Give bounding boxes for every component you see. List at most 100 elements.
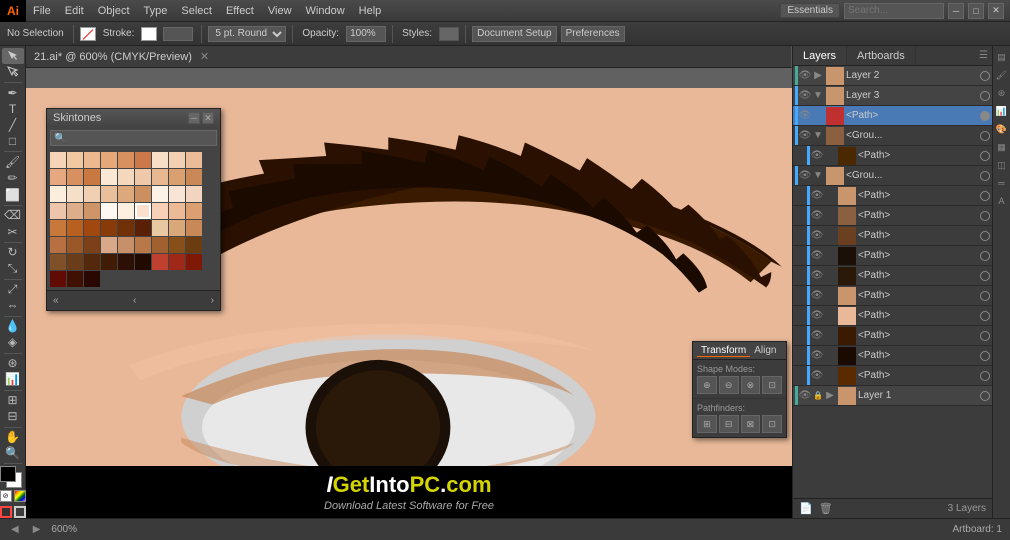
- tab-artboards[interactable]: Artboards: [847, 46, 916, 65]
- skintone-swatch-10[interactable]: [67, 169, 83, 185]
- pf-merge[interactable]: ⊠: [741, 415, 761, 433]
- ri-type-icon[interactable]: A: [995, 194, 1009, 208]
- layer-target[interactable]: [980, 331, 990, 341]
- stroke-weight[interactable]: [163, 27, 193, 41]
- skintone-swatch-24[interactable]: [152, 186, 168, 202]
- layer-target[interactable]: [980, 71, 990, 81]
- opacity-input[interactable]: [346, 26, 386, 42]
- status-next-btn[interactable]: ▶: [30, 524, 44, 535]
- layer-row[interactable]: 👁 <Path>: [793, 206, 992, 226]
- layer-expand-toggle[interactable]: ▶: [812, 70, 824, 82]
- layer-target[interactable]: [980, 271, 990, 281]
- skintone-swatch-3[interactable]: [101, 152, 117, 168]
- shape-mode-add[interactable]: ⊕: [697, 376, 717, 394]
- skintone-swatch-23[interactable]: [135, 186, 151, 202]
- skintone-swatch-59[interactable]: [135, 254, 151, 270]
- skintone-swatch-41[interactable]: [135, 220, 151, 236]
- layer-row[interactable]: 👁 <Path>: [793, 286, 992, 306]
- layer-expand-toggle[interactable]: ▼: [812, 90, 824, 102]
- symbol-sprayer-tool[interactable]: ⊛: [2, 355, 24, 371]
- slice-tool[interactable]: ⊟: [2, 408, 24, 424]
- skintone-swatch-60[interactable]: [152, 254, 168, 270]
- layer-target[interactable]: [980, 291, 990, 301]
- layer-row[interactable]: 👁 <Path>: [793, 146, 992, 166]
- brush-size-dropdown[interactable]: 5 pt. Round: [208, 26, 286, 42]
- skintone-swatch-54[interactable]: [50, 254, 66, 270]
- skintones-close-btn[interactable]: ✕: [202, 112, 214, 124]
- layer-target[interactable]: [980, 171, 990, 181]
- layer-row[interactable]: 👁 🔒 ▶ Layer 1: [793, 386, 992, 406]
- document-setup-button[interactable]: Document Setup: [472, 26, 557, 42]
- skintone-swatch-29[interactable]: [84, 203, 100, 219]
- skintones-next-btn[interactable]: ›: [209, 295, 216, 306]
- skintone-swatch-30[interactable]: [101, 203, 117, 219]
- layer-row[interactable]: 👁 <Path>: [793, 106, 992, 126]
- line-tool[interactable]: ╱: [2, 117, 24, 133]
- skintone-swatch-25[interactable]: [169, 186, 185, 202]
- foreground-color-swatch[interactable]: [0, 466, 16, 482]
- layer-visibility-toggle[interactable]: 👁: [810, 309, 824, 323]
- layer-visibility-toggle[interactable]: 👁: [810, 149, 824, 163]
- ri-brushes-icon[interactable]: 🖌: [995, 68, 1009, 82]
- essentials-button[interactable]: Essentials: [780, 3, 840, 18]
- skintone-swatch-20[interactable]: [84, 186, 100, 202]
- skintone-swatch-15[interactable]: [152, 169, 168, 185]
- skintones-prev-btn[interactable]: ‹: [131, 295, 138, 306]
- layer-visibility-toggle[interactable]: 👁: [810, 189, 824, 203]
- layer-target[interactable]: [980, 191, 990, 201]
- scale-tool[interactable]: ⤡: [2, 260, 24, 276]
- align-tab[interactable]: Align: [750, 345, 780, 356]
- layer-expand-toggle[interactable]: ▼: [812, 170, 824, 182]
- skintone-swatch-39[interactable]: [101, 220, 117, 236]
- scissors-tool[interactable]: ✂: [2, 223, 24, 239]
- styles-swatch[interactable]: [439, 27, 459, 41]
- shape-tool[interactable]: □: [2, 133, 24, 149]
- canvas-content[interactable]: Skintones ─ ✕ « ‹: [26, 68, 792, 518]
- skintone-swatch-26[interactable]: [186, 186, 202, 202]
- ri-layers-icon[interactable]: ▤: [995, 50, 1009, 64]
- layer-visibility-toggle[interactable]: 👁: [810, 349, 824, 363]
- menu-file[interactable]: File: [26, 0, 58, 21]
- warp-tool[interactable]: ⤢: [2, 281, 24, 297]
- layer-target[interactable]: [980, 151, 990, 161]
- skintone-swatch-21[interactable]: [101, 186, 117, 202]
- type-tool[interactable]: T: [2, 101, 24, 117]
- skintone-swatch-44[interactable]: [186, 220, 202, 236]
- skintone-swatch-2[interactable]: [84, 152, 100, 168]
- layer-row[interactable]: 👁 <Path>: [793, 306, 992, 326]
- ri-graph-icon[interactable]: 📊: [995, 104, 1009, 118]
- menu-window[interactable]: Window: [299, 0, 352, 21]
- skintone-swatch-57[interactable]: [101, 254, 117, 270]
- layer-visibility-toggle[interactable]: 👁: [810, 329, 824, 343]
- fill-swatch[interactable]: [80, 27, 96, 41]
- skintone-swatch-17[interactable]: [186, 169, 202, 185]
- width-tool[interactable]: ⇔: [2, 297, 24, 313]
- layer-visibility-toggle[interactable]: 👁: [798, 69, 812, 83]
- layer-visibility-toggle[interactable]: 👁: [810, 289, 824, 303]
- ri-color-icon[interactable]: 🎨: [995, 122, 1009, 136]
- skintone-swatch-40[interactable]: [118, 220, 134, 236]
- layers-new-btn[interactable]: 📄: [799, 502, 813, 515]
- skintone-swatch-0[interactable]: [50, 152, 66, 168]
- skintone-swatch-38[interactable]: [84, 220, 100, 236]
- layer-visibility-toggle[interactable]: 👁: [810, 269, 824, 283]
- skintone-swatch-53[interactable]: [186, 237, 202, 253]
- search-input[interactable]: [844, 3, 944, 19]
- skintone-swatch-48[interactable]: [101, 237, 117, 253]
- layer-row[interactable]: 👁 <Path>: [793, 366, 992, 386]
- artboard-tool[interactable]: ⊞: [2, 392, 24, 408]
- ri-stroke-icon[interactable]: ═: [995, 176, 1009, 190]
- stroke-swatch[interactable]: [141, 27, 157, 41]
- skintone-swatch-14[interactable]: [135, 169, 151, 185]
- layer-target[interactable]: [980, 131, 990, 141]
- skintone-swatch-7[interactable]: [169, 152, 185, 168]
- minimize-button[interactable]: ─: [948, 3, 964, 19]
- skintone-swatch-34[interactable]: [169, 203, 185, 219]
- none-fill-icon[interactable]: ⊘: [0, 490, 12, 502]
- skintones-search-input[interactable]: [50, 130, 217, 146]
- skintone-swatch-50[interactable]: [135, 237, 151, 253]
- layer-row[interactable]: 👁 <Path>: [793, 246, 992, 266]
- maximize-button[interactable]: □: [968, 3, 984, 19]
- layer-row[interactable]: 👁 <Path>: [793, 326, 992, 346]
- color-mode-icon[interactable]: [14, 490, 26, 502]
